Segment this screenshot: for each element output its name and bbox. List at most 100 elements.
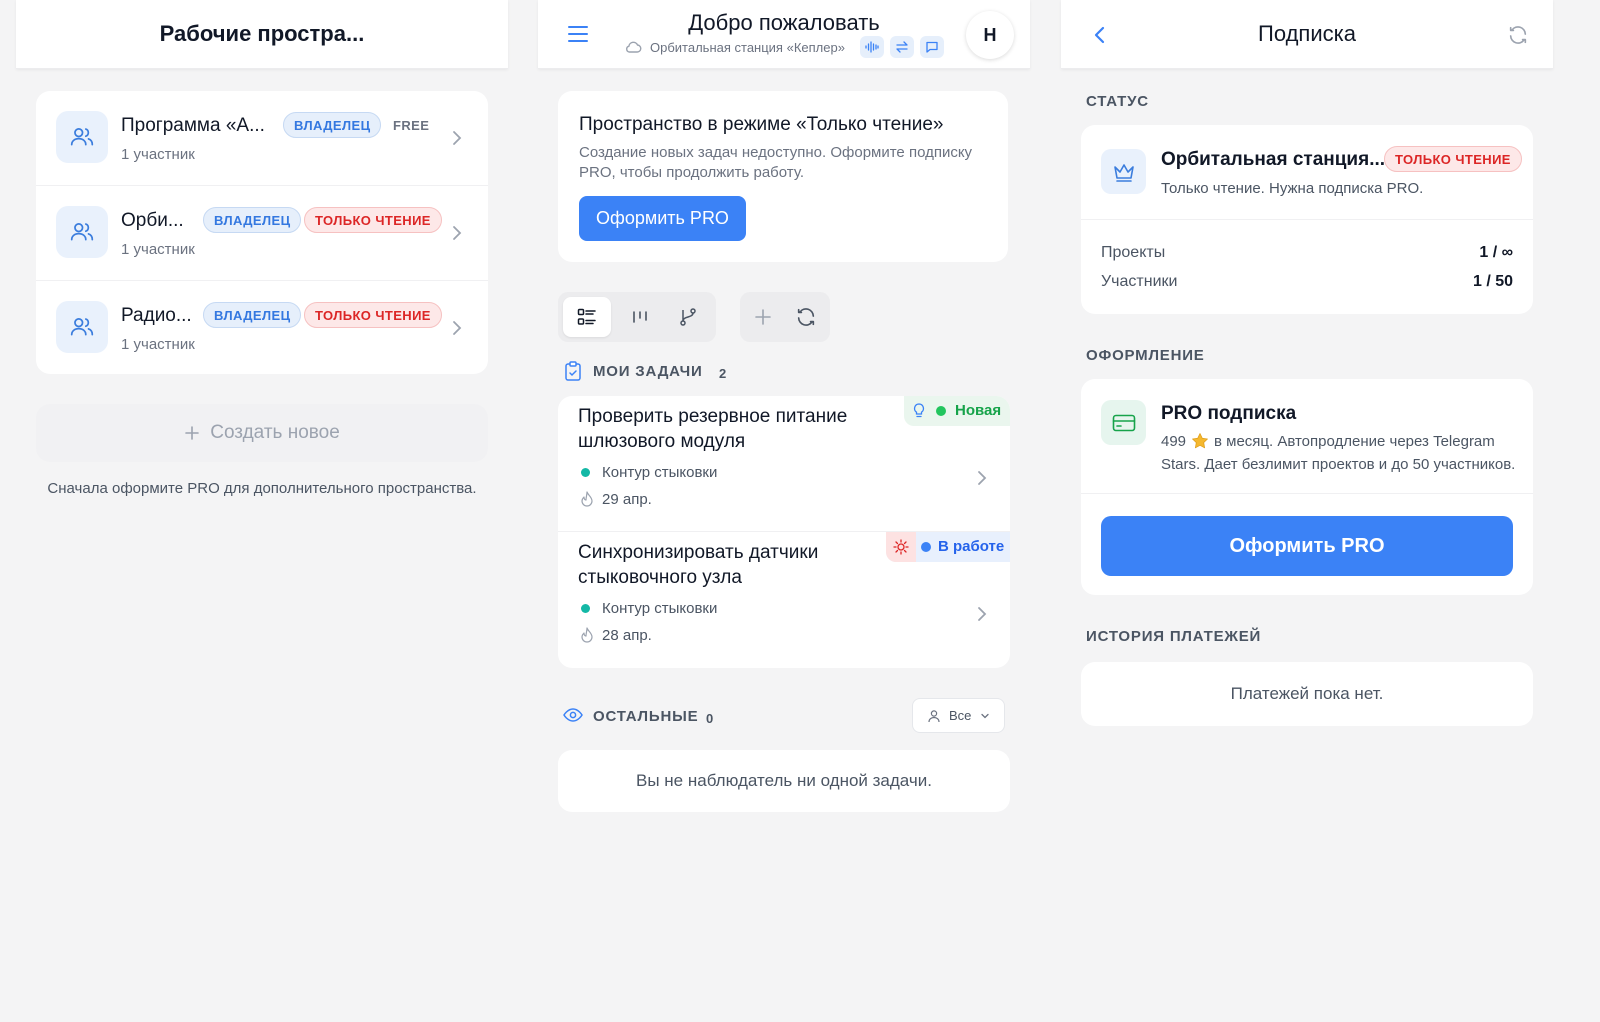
fire-icon: [581, 627, 593, 643]
plan-desc-cont: Stars. Дает безлимит проектов и до 50 уч…: [1161, 456, 1516, 473]
status-dot: [936, 406, 946, 416]
readonly-badge: ТОЛЬКО ЧТЕНИЕ: [1384, 146, 1522, 172]
plan-card: PRO подписка 499 в месяц. Автопродление …: [1081, 379, 1533, 595]
page-title: Рабочие простра...: [159, 21, 365, 46]
role-badge: ВЛАДЕЛЕЦ: [203, 302, 302, 328]
chat-icon[interactable]: [920, 36, 944, 58]
home-panel: Добро пожаловать Орбитальная станция «Ке…: [538, 0, 1030, 1022]
member-count: 1 участник: [121, 336, 195, 353]
workspace-item[interactable]: Радио... ВЛАДЕЛЕЦ ТОЛЬКО ЧТЕНИЕ 1 участн…: [36, 281, 488, 374]
get-pro-label: Оформить PRO: [596, 208, 729, 228]
task-title-cont: шлюзового модуля: [578, 431, 746, 452]
create-workspace-button[interactable]: Создать новое: [36, 404, 488, 462]
eye-icon: [563, 708, 583, 722]
chevron-right-icon: [453, 226, 462, 240]
members-label: Участники: [1101, 273, 1178, 290]
plus-icon: [185, 426, 200, 440]
crown-icon: [1101, 149, 1146, 194]
plan-desc: в месяц. Автопродление через Telegram: [1214, 433, 1495, 450]
users-icon: [56, 111, 108, 163]
refresh-icon: [797, 308, 815, 326]
create-hint: Сначала оформите PRO для дополнительного…: [47, 480, 477, 497]
clipboard-icon: [565, 361, 581, 381]
member-count: 1 участник: [121, 241, 195, 258]
checkout-section-label: ОФОРМЛЕНИЕ: [1086, 347, 1205, 364]
payment-history: Платежей пока нет.: [1081, 662, 1533, 726]
empty-text: Вы не наблюдатель ни одной задачи.: [636, 771, 932, 790]
workspace-name: Программа «А...: [121, 115, 265, 136]
plus-icon: [755, 309, 771, 325]
home-header: Добро пожаловать Орбитальная станция «Ке…: [538, 0, 1030, 69]
chevron-right-icon: [978, 471, 987, 485]
space-desc: Только чтение. Нужна подписка PRO.: [1161, 180, 1424, 197]
kanban-icon: [633, 311, 647, 323]
others-label: ОСТАЛЬНЫЕ: [593, 708, 699, 725]
users-icon: [56, 301, 108, 353]
member-count: 1 участник: [121, 146, 195, 163]
divider: [1081, 493, 1533, 494]
task-item[interactable]: Проверить резервное питание шлюзового мо…: [558, 396, 1010, 531]
history-empty: Платежей пока нет.: [1230, 684, 1384, 703]
status-label: Новая: [955, 402, 1002, 419]
projects-label: Проекты: [1101, 244, 1166, 261]
readonly-badge: ТОЛЬКО ЧТЕНИЕ: [304, 207, 442, 233]
add-task-button[interactable]: [743, 297, 783, 337]
credit-card-icon: [1101, 400, 1146, 445]
task-title: Синхронизировать датчики: [578, 542, 819, 563]
voice-icon[interactable]: [860, 36, 884, 58]
branch-view-tab[interactable]: [664, 297, 712, 337]
workspace-name: Орби...: [121, 210, 184, 231]
task-item[interactable]: Синхронизировать датчики стыковочного уз…: [558, 532, 1010, 668]
chevron-down-icon: [981, 713, 989, 719]
readonly-badge: ТОЛЬКО ЧТЕНИЕ: [304, 302, 442, 328]
list-view-tab[interactable]: [563, 297, 611, 337]
page-title: Добро пожаловать: [688, 10, 880, 35]
task-project: Контур стыковки: [602, 464, 718, 481]
plan-price: 499: [1161, 433, 1187, 450]
avatar[interactable]: Н: [966, 11, 1014, 59]
workspace-list: Программа «А... ВЛАДЕЛЕЦ FREE 1 участник…: [36, 91, 488, 374]
board-view-tab[interactable]: [616, 297, 664, 337]
notice-title: Пространство в режиме «Только чтение»: [579, 114, 944, 135]
plan-badge: FREE: [393, 117, 430, 133]
get-pro-label: Оформить PRO: [1229, 534, 1385, 557]
list-icon: [577, 308, 596, 325]
members-value: 1 / 50: [1472, 273, 1513, 290]
task-list: Проверить резервное питание шлюзового мо…: [558, 396, 1010, 668]
back-arrow-icon[interactable]: [1093, 25, 1107, 45]
swap-icon[interactable]: [890, 36, 914, 58]
create-label: Создать новое: [210, 422, 340, 443]
workspace-name: Радио...: [121, 305, 192, 326]
chevron-right-icon: [453, 131, 462, 145]
fire-icon: [581, 491, 593, 507]
bug-icon: [886, 532, 916, 562]
task-title-cont: стыковочного узла: [578, 567, 742, 588]
my-tasks-count: 2: [719, 366, 727, 381]
divider: [1081, 219, 1533, 220]
filter-dropdown[interactable]: Все: [912, 698, 1005, 733]
role-badge: ВЛАДЕЛЕЦ: [203, 207, 302, 233]
get-pro-button[interactable]: Оформить PRO: [579, 196, 746, 241]
readonly-notice: Пространство в режиме «Только чтение» Со…: [558, 91, 1008, 262]
users-icon: [56, 206, 108, 258]
filter-label: Все: [949, 708, 972, 723]
projects-value: 1 / ∞: [1479, 244, 1513, 261]
git-branch-icon: [680, 308, 696, 326]
subscription-panel: Подписка СТАТУС Орбитальная станция... Т…: [1061, 0, 1553, 1022]
project-dot: [581, 604, 590, 613]
get-pro-button[interactable]: Оформить PRO: [1101, 516, 1513, 576]
project-dot: [581, 468, 590, 477]
refresh-button[interactable]: [786, 297, 826, 337]
page-title: Подписка: [1258, 21, 1356, 46]
workspace-item[interactable]: Программа «А... ВЛАДЕЛЕЦ FREE 1 участник: [36, 91, 488, 185]
space-name: Орбитальная станция...: [1161, 149, 1386, 170]
history-section-label: ИСТОРИЯ ПЛАТЕЖЕЙ: [1086, 628, 1262, 645]
status-section-label: СТАТУС: [1086, 93, 1149, 110]
chevron-right-icon: [453, 321, 462, 335]
refresh-icon[interactable]: [1507, 24, 1529, 46]
subscription-header: Подписка: [1061, 0, 1553, 69]
task-status: Новая: [904, 396, 1010, 426]
workspace-item[interactable]: Орби... ВЛАДЕЛЕЦ ТОЛЬКО ЧТЕНИЕ 1 участни…: [36, 186, 488, 280]
others-count: 0: [706, 711, 714, 726]
action-group: [740, 292, 830, 342]
